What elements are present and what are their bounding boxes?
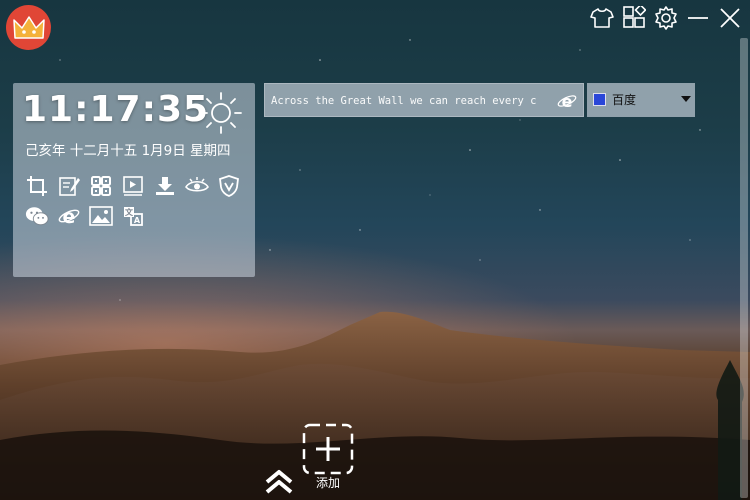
skin-icon [590, 8, 614, 28]
svg-text:A: A [134, 216, 141, 225]
slideshow-icon [123, 176, 143, 196]
qr-code-icon [91, 176, 111, 196]
window-controls [588, 4, 744, 32]
notepad-tool[interactable] [57, 175, 81, 197]
desktop-screen: 11:17:35 己亥年 十二月十五 1月9日 星期四 e A 文 Across… [0, 0, 750, 500]
app-logo[interactable] [6, 5, 51, 50]
ie-search-icon[interactable]: e [557, 91, 577, 111]
wechat-icon [25, 207, 49, 226]
search-box: e [264, 83, 584, 117]
shield-icon [219, 175, 239, 197]
crop-tool[interactable] [25, 175, 49, 197]
slideshow-tool[interactable] [121, 175, 145, 197]
double-chevron-up-icon[interactable] [263, 468, 295, 494]
download-icon [156, 177, 174, 195]
clock-widget: 11:17:35 己亥年 十二月十五 1月9日 星期四 e A 文 [13, 83, 255, 277]
apps-grid-icon [623, 6, 646, 28]
notepad-icon [59, 177, 80, 196]
close-icon [720, 8, 740, 28]
scrollbar-thumb[interactable] [740, 38, 748, 498]
svg-text:e: e [562, 92, 573, 111]
svg-text:文: 文 [125, 207, 134, 217]
eye-tool[interactable] [185, 175, 209, 197]
settings-icon [655, 6, 677, 30]
eye-icon [185, 177, 209, 192]
search-engine-label: 百度 [612, 93, 637, 107]
clock-time: 11:17:35 [22, 89, 210, 130]
qr-code-tool[interactable] [89, 175, 113, 197]
scrollbar-track[interactable] [740, 38, 748, 498]
tool-grid: e A 文 [25, 175, 255, 227]
picture-tool[interactable] [89, 205, 113, 227]
translate-icon: A 文 [124, 207, 143, 226]
sun-icon [200, 92, 242, 134]
close-button[interactable] [716, 4, 744, 32]
crown-icon [12, 15, 45, 39]
shield-tool[interactable] [217, 175, 241, 197]
apps-button[interactable] [620, 4, 648, 32]
download-tool[interactable] [153, 175, 177, 197]
crop-icon [27, 176, 47, 196]
ie-browser-icon: e [58, 206, 80, 227]
minimize-icon [688, 17, 708, 19]
clock-date: 己亥年 十二月十五 1月9日 星期四 [25, 143, 231, 159]
wechat-tool[interactable] [25, 205, 49, 227]
translate-tool[interactable]: A 文 [121, 205, 145, 227]
search-input[interactable] [271, 91, 553, 111]
baidu-paw-icon [593, 93, 606, 106]
dropdown-caret-icon [681, 96, 691, 102]
ie-browser-tool[interactable]: e [57, 205, 81, 227]
skin-button[interactable] [588, 4, 616, 32]
search-engine-select[interactable]: 百度 [587, 83, 695, 117]
minimize-button[interactable] [684, 4, 712, 32]
svg-text:e: e [63, 206, 76, 227]
add-label: 添加 [316, 476, 341, 490]
add-button[interactable] [302, 423, 354, 475]
picture-icon [89, 206, 113, 226]
add-icon [302, 423, 354, 475]
settings-button[interactable] [652, 4, 680, 32]
